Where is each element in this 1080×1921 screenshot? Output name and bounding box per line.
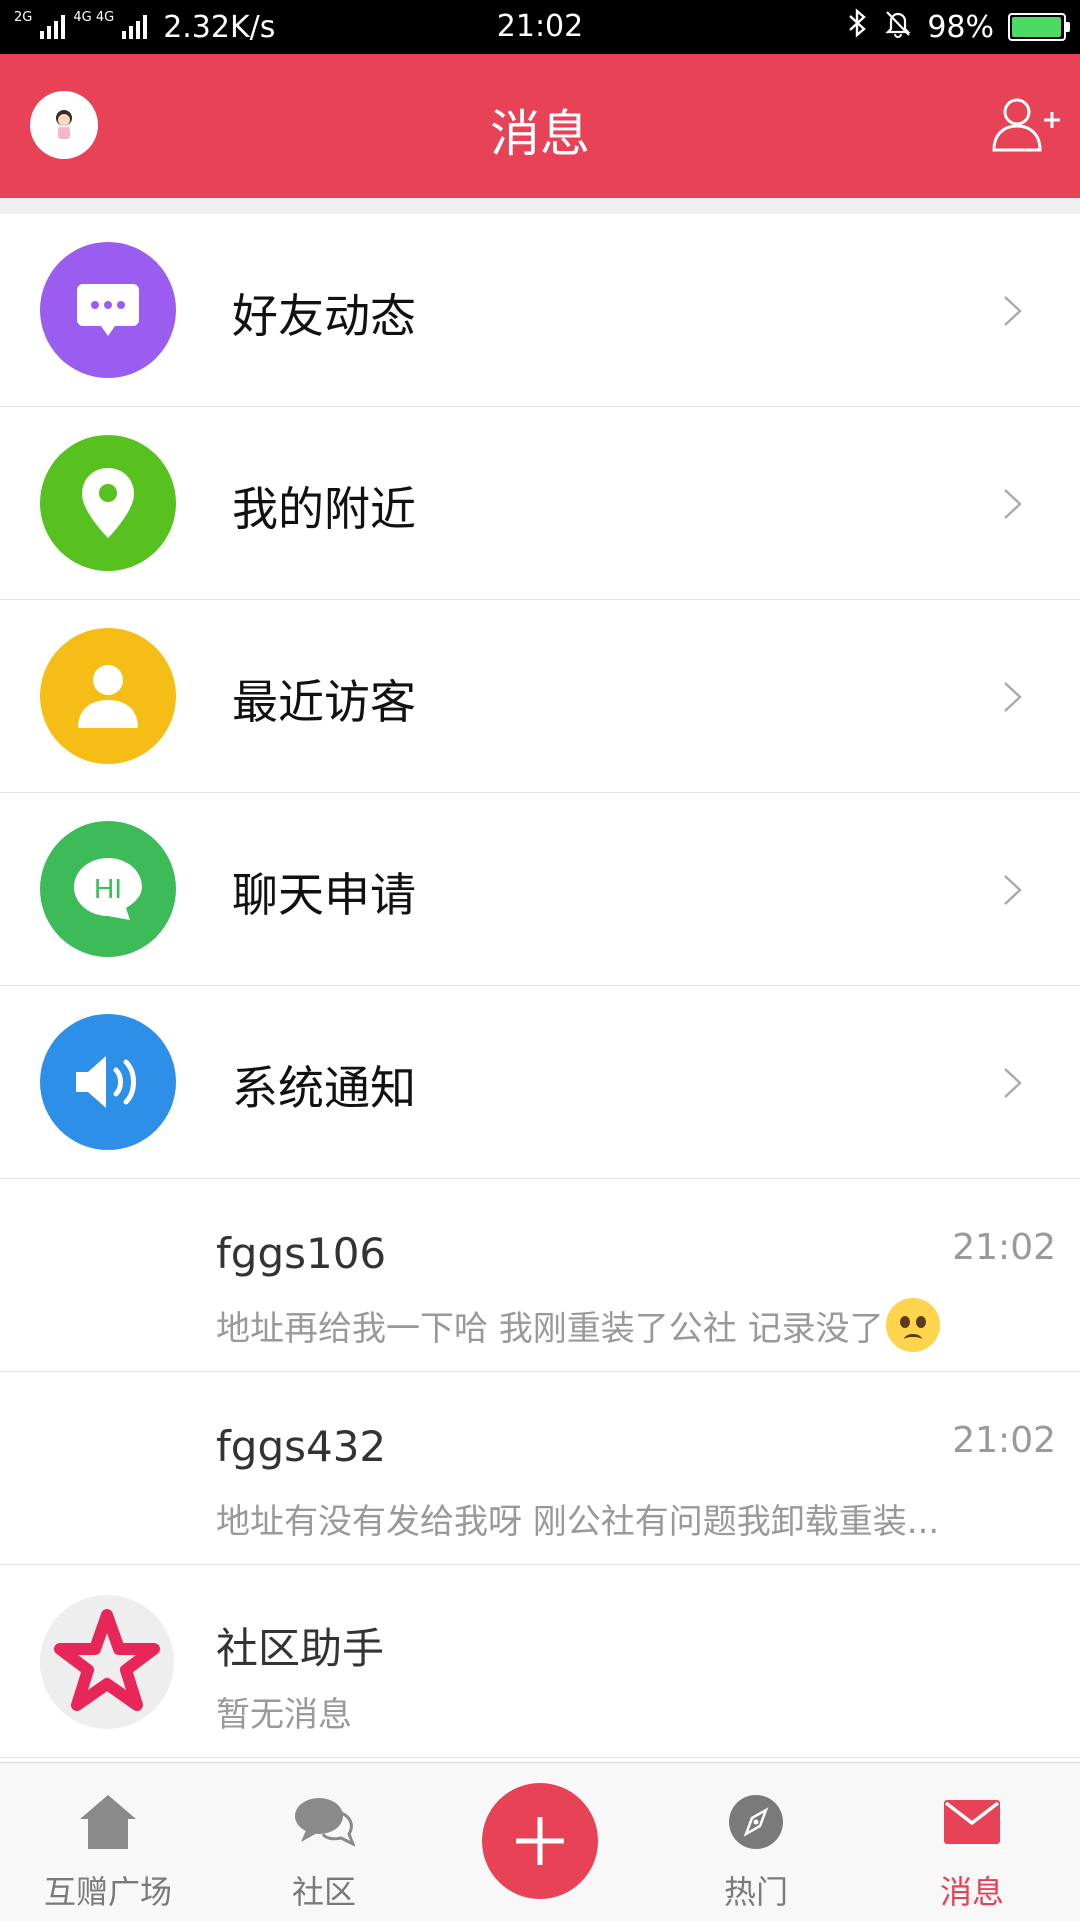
menu-item-label: 系统通知 [232, 1061, 416, 1115]
tab-messages[interactable]: 消息 [864, 1763, 1080, 1921]
star-logo-icon [40, 1595, 174, 1729]
menu-item-system-notice[interactable]: 系统通知 [0, 986, 1080, 1179]
chat-name: fggs432 [216, 1422, 387, 1471]
menu-item-label: 我的附近 [232, 482, 416, 536]
status-right: 98% [847, 0, 1070, 54]
add-post-button[interactable] [482, 1783, 598, 1899]
chevron-right-icon [1004, 489, 1022, 519]
chat-item[interactable]: fggs432 21:02 地址有没有发给我呀 刚公社有问题我卸载重装... [0, 1372, 1080, 1565]
battery-icon [1008, 13, 1070, 41]
tab-label: 互赠广场 [43, 1873, 172, 1911]
menu-item-friend-feed[interactable]: 好友动态 [0, 214, 1080, 407]
chat-bubble-icon [40, 242, 176, 378]
tab-gift-plaza[interactable]: 互赠广场 [0, 1763, 216, 1921]
hi-bubble-icon: HI [40, 821, 176, 957]
svg-text:HI: HI [94, 873, 122, 904]
battery-percent: 98% [927, 9, 994, 45]
tab-label: 消息 [939, 1873, 1004, 1911]
menu-item-label: 好友动态 [232, 289, 416, 343]
menu-item-label: 聊天申请 [232, 868, 416, 922]
plus-icon [516, 1817, 564, 1865]
speaker-icon [40, 1014, 176, 1150]
add-friend-button[interactable] [990, 92, 1062, 156]
chat-name: 社区助手 [216, 1624, 385, 1673]
menu-item-label: 最近访客 [232, 675, 416, 729]
compass-icon [648, 1789, 864, 1855]
chevron-right-icon [1004, 682, 1022, 712]
chat-item[interactable]: fggs106 21:02 地址再给我一下哈 我刚重装了公社 记录没了 [0, 1179, 1080, 1372]
chat-time: 21:02 [952, 1420, 1056, 1461]
tab-label: 热门 [723, 1873, 788, 1911]
chevron-right-icon [1004, 296, 1022, 326]
menu-item-nearby[interactable]: 我的附近 [0, 407, 1080, 600]
tab-community[interactable]: 社区 [216, 1763, 432, 1921]
menu-item-recent-visitors[interactable]: 最近访客 [0, 600, 1080, 793]
sad-emoji-icon [885, 1297, 940, 1352]
chat-preview: 地址再给我一下哈 我刚重装了公社 记录没了 [216, 1297, 940, 1358]
chat-preview-text: 地址再给我一下哈 我刚重装了公社 记录没了 [216, 1309, 884, 1349]
home-icon [0, 1789, 216, 1855]
chat-preview: 地址有没有发给我呀 刚公社有问题我卸载重装... [216, 1502, 940, 1542]
battery-fill [1012, 17, 1061, 37]
chevron-right-icon [1004, 875, 1022, 905]
mail-icon [864, 1789, 1080, 1855]
bottom-tab-bar: 互赠广场 社区 热门 消息 [0, 1762, 1080, 1921]
chat-name: fggs106 [216, 1229, 387, 1278]
chat-item-community-helper[interactable]: 社区助手 暂无消息 [0, 1565, 1080, 1758]
chat-preview: 暂无消息 [216, 1695, 352, 1735]
tab-hot[interactable]: 热门 [648, 1763, 864, 1921]
mute-bell-icon [883, 8, 913, 46]
tab-label: 社区 [291, 1873, 356, 1911]
chevron-right-icon [1004, 1068, 1022, 1098]
header-divider [0, 198, 1080, 214]
chat-icon [216, 1789, 432, 1855]
menu-item-chat-requests[interactable]: HI 聊天申请 [0, 793, 1080, 986]
person-icon [40, 628, 176, 764]
status-bar: 2G 4G 4G 2.32K/s 21:02 98% [0, 0, 1080, 54]
add-user-icon [992, 98, 1060, 152]
location-pin-icon [40, 435, 176, 571]
page-title: 消息 [490, 105, 590, 163]
chat-time: 21:02 [952, 1227, 1056, 1268]
bluetooth-icon [847, 8, 869, 46]
app-header: 消息 [0, 54, 1080, 198]
